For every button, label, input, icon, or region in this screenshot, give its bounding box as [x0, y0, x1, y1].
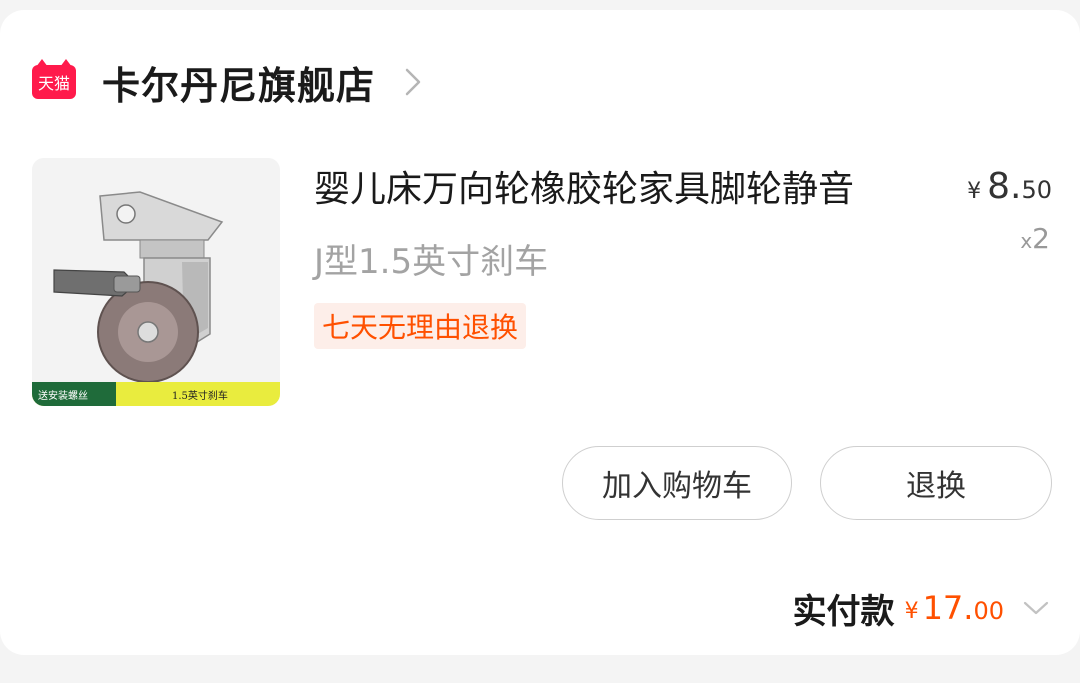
image-caption-right: 1.5英寸刹车: [172, 389, 228, 402]
product-image[interactable]: 送安装螺丝 1.5英寸刹车: [32, 158, 280, 406]
store-header[interactable]: 天猫 卡尔丹尼旗舰店: [32, 52, 427, 112]
return-policy-tag: 七天无理由退换: [314, 303, 527, 349]
price-decimal: 50: [1021, 176, 1052, 204]
quantity-value: 2: [1032, 222, 1050, 255]
caster-wheel-image: 送安装螺丝 1.5英寸刹车: [32, 158, 280, 406]
price-currency-symbol: ¥: [967, 179, 982, 204]
product-variant: J型1.5英寸刹车: [314, 242, 549, 282]
chevron-down-icon[interactable]: [1022, 594, 1050, 622]
add-to-cart-button[interactable]: 加入购物车: [562, 446, 792, 520]
total-currency-symbol: ¥: [904, 598, 919, 624]
unit-price: ¥ 8. 50: [967, 166, 1052, 207]
image-caption-left: 送安装螺丝: [38, 389, 88, 402]
tmall-logo: 天猫: [32, 59, 76, 99]
quantity-prefix: x: [1020, 229, 1033, 253]
order-card: 天猫 卡尔丹尼旗舰店 送安装螺丝 1.5英寸刹车 婴儿床万向轮橡胶轮家具脚轮静音…: [0, 10, 1080, 655]
store-name[interactable]: 卡尔丹尼旗舰店: [102, 55, 375, 110]
total-paid[interactable]: 实付款 ¥ 17. 00: [793, 580, 1050, 636]
total-integer: 17.: [922, 589, 974, 627]
product-title[interactable]: 婴儿床万向轮橡胶轮家具脚轮静音: [314, 160, 854, 212]
return-exchange-button[interactable]: 退换: [820, 446, 1052, 520]
total-decimal: 00: [973, 597, 1004, 625]
tmall-logo-text: 天猫: [37, 74, 70, 93]
quantity: x 2: [1020, 222, 1050, 255]
chevron-right-icon[interactable]: [403, 67, 427, 97]
total-label: 实付款: [792, 591, 895, 632]
price-integer: 8.: [987, 166, 1022, 207]
